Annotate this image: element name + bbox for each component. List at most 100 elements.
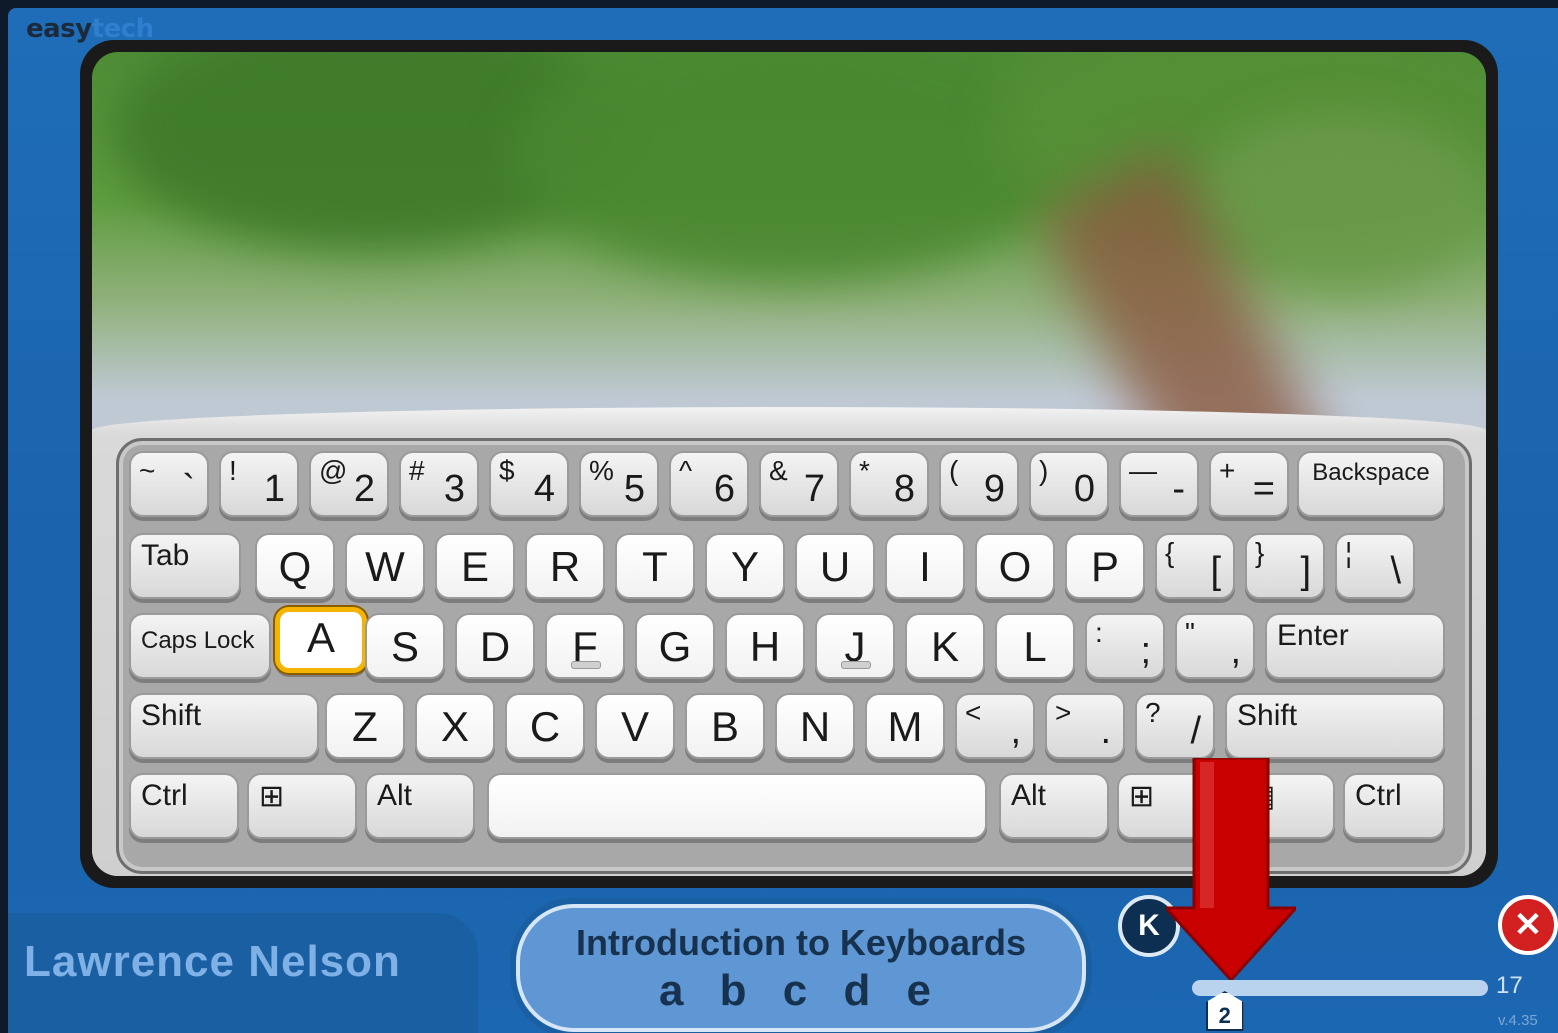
key-q[interactable]: Q — [255, 533, 335, 599]
key-row1-8[interactable]: * 8 — [849, 451, 929, 517]
key-row1-11[interactable]: — - — [1119, 451, 1199, 517]
key-shift-char: % — [589, 455, 614, 486]
key-w[interactable]: W — [345, 533, 425, 599]
key-j[interactable]: J — [815, 613, 895, 679]
key-char: [ — [1210, 550, 1221, 592]
key-row4-sym-0[interactable]: <, — [955, 693, 1035, 759]
key-letter: X — [440, 703, 469, 750]
key-row1-7[interactable]: & 7 — [759, 451, 839, 517]
key-m[interactable]: M — [865, 693, 945, 759]
key-label: Enter — [1277, 619, 1349, 652]
backspace-key[interactable]: Backspace — [1297, 451, 1445, 517]
key-row2-sym-0[interactable]: {[ — [1155, 533, 1235, 599]
key-label: Alt — [1011, 779, 1047, 812]
key-letter: E — [460, 543, 489, 590]
key-d[interactable]: D — [455, 613, 535, 679]
key-row1-3[interactable]: #3 — [399, 451, 479, 517]
key-y[interactable]: Y — [705, 533, 785, 599]
key-row1-12[interactable]: + = — [1209, 451, 1289, 517]
key-shift-char: ¦ — [1345, 537, 1353, 568]
back-icon: K — [1138, 909, 1160, 942]
key-i[interactable]: I — [885, 533, 965, 599]
close-button[interactable]: ✕ — [1498, 895, 1558, 955]
key-letter: P — [1090, 543, 1119, 590]
key-letter: C — [529, 703, 561, 750]
key-b[interactable]: B — [685, 693, 765, 759]
key-row1-1[interactable]: ! 1 — [219, 451, 299, 517]
key-row1-5[interactable]: % 5 — [579, 451, 659, 517]
caps-lock-key[interactable]: Caps Lock — [129, 613, 271, 679]
key-row1-9[interactable]: (9 — [939, 451, 1019, 517]
key-row3-sym-0[interactable]: :; — [1085, 613, 1165, 679]
windows-left-key[interactable]: ⊞ — [247, 773, 357, 839]
key-row2-sym-1[interactable]: }] — [1245, 533, 1325, 599]
key-row4-sym-1[interactable]: >. — [1045, 693, 1125, 759]
key-row1-10[interactable]: ) 0 — [1029, 451, 1109, 517]
key-row1-6[interactable]: ^ 6 — [669, 451, 749, 517]
key-p[interactable]: P — [1065, 533, 1145, 599]
shift-left-key[interactable]: Shift — [129, 693, 319, 759]
key-l[interactable]: L — [995, 613, 1075, 679]
tab-key[interactable]: Tab — [129, 533, 241, 599]
key-letter: D — [479, 623, 511, 670]
key-row1-4[interactable]: $4 — [489, 451, 569, 517]
key-f[interactable]: F — [545, 613, 625, 679]
key-z[interactable]: Z — [325, 693, 405, 759]
key-t[interactable]: T — [615, 533, 695, 599]
key-o[interactable]: O — [975, 533, 1055, 599]
key-letter: Q — [278, 543, 312, 590]
key-k[interactable]: K — [905, 613, 985, 679]
enter-key[interactable]: Enter — [1265, 613, 1445, 679]
key-shift-char: * — [859, 455, 870, 486]
key-row1-2[interactable]: @2 — [309, 451, 389, 517]
key-shift-char: : — [1095, 617, 1103, 648]
key-row4-sym-2[interactable]: ? / — [1135, 693, 1215, 759]
key-row1-0[interactable]: ~ ` — [129, 451, 209, 517]
key-letter: R — [549, 543, 581, 590]
key-r[interactable]: R — [525, 533, 605, 599]
key-char: = — [1252, 468, 1275, 510]
key-row3-sym-1[interactable]: ", — [1175, 613, 1255, 679]
key-char: 7 — [803, 468, 825, 510]
key-shift-char: & — [769, 455, 788, 486]
key-letter: G — [658, 623, 692, 670]
spacebar[interactable] — [487, 773, 987, 839]
shift-right-key[interactable]: Shift — [1225, 693, 1445, 759]
alt-left-key[interactable]: Alt — [365, 773, 475, 839]
app-window: easytech ~ `! 1 @2 #3 $4% 5 ^ 6 & 7 * 8(9) 0— - + = Backs… — [8, 8, 1558, 1033]
home-row-bump — [571, 661, 601, 669]
lesson-title: Introduction to Keyboards — [576, 922, 1026, 963]
key-g[interactable]: G — [635, 613, 715, 679]
key-row2-sym-2[interactable]: ¦ \ — [1335, 533, 1415, 599]
user-name: Lawrence Nelson — [24, 937, 401, 986]
alt-right-key[interactable]: Alt — [999, 773, 1109, 839]
ctrl-left-key[interactable]: Ctrl — [129, 773, 239, 839]
key-shift-char: @ — [319, 455, 348, 486]
key-a[interactable]: A — [275, 607, 367, 673]
key-char: 8 — [893, 468, 915, 510]
key-char: 1 — [263, 468, 285, 510]
progress-thumb[interactable]: 2 — [1205, 991, 1244, 1031]
key-x[interactable]: X — [415, 693, 495, 759]
key-char: 6 — [713, 468, 735, 510]
ctrl-right-key[interactable]: Ctrl — [1343, 773, 1445, 839]
key-shift-char: > — [1055, 697, 1072, 728]
key-u[interactable]: U — [795, 533, 875, 599]
key-h[interactable]: H — [725, 613, 805, 679]
key-letter: V — [620, 703, 649, 750]
key-v[interactable]: V — [595, 693, 675, 759]
key-e[interactable]: E — [435, 533, 515, 599]
key-shift-char: + — [1219, 455, 1236, 486]
key-char: 2 — [353, 468, 375, 510]
key-letter: K — [930, 623, 959, 670]
version-label: v.4.35 — [1498, 1012, 1538, 1029]
key-char: ; — [1140, 630, 1151, 672]
progress-track[interactable] — [1192, 980, 1488, 996]
key-c[interactable]: C — [505, 693, 585, 759]
key-s[interactable]: S — [365, 613, 445, 679]
key-char: . — [1100, 710, 1111, 752]
key-shift-char: " — [1185, 617, 1195, 648]
scene-background: ~ `! 1 @2 #3 $4% 5 ^ 6 & 7 * 8(9) 0— - + = Backspace Tab Q W… — [92, 52, 1486, 876]
key-n[interactable]: N — [775, 693, 855, 759]
key-char: \ — [1390, 550, 1401, 592]
